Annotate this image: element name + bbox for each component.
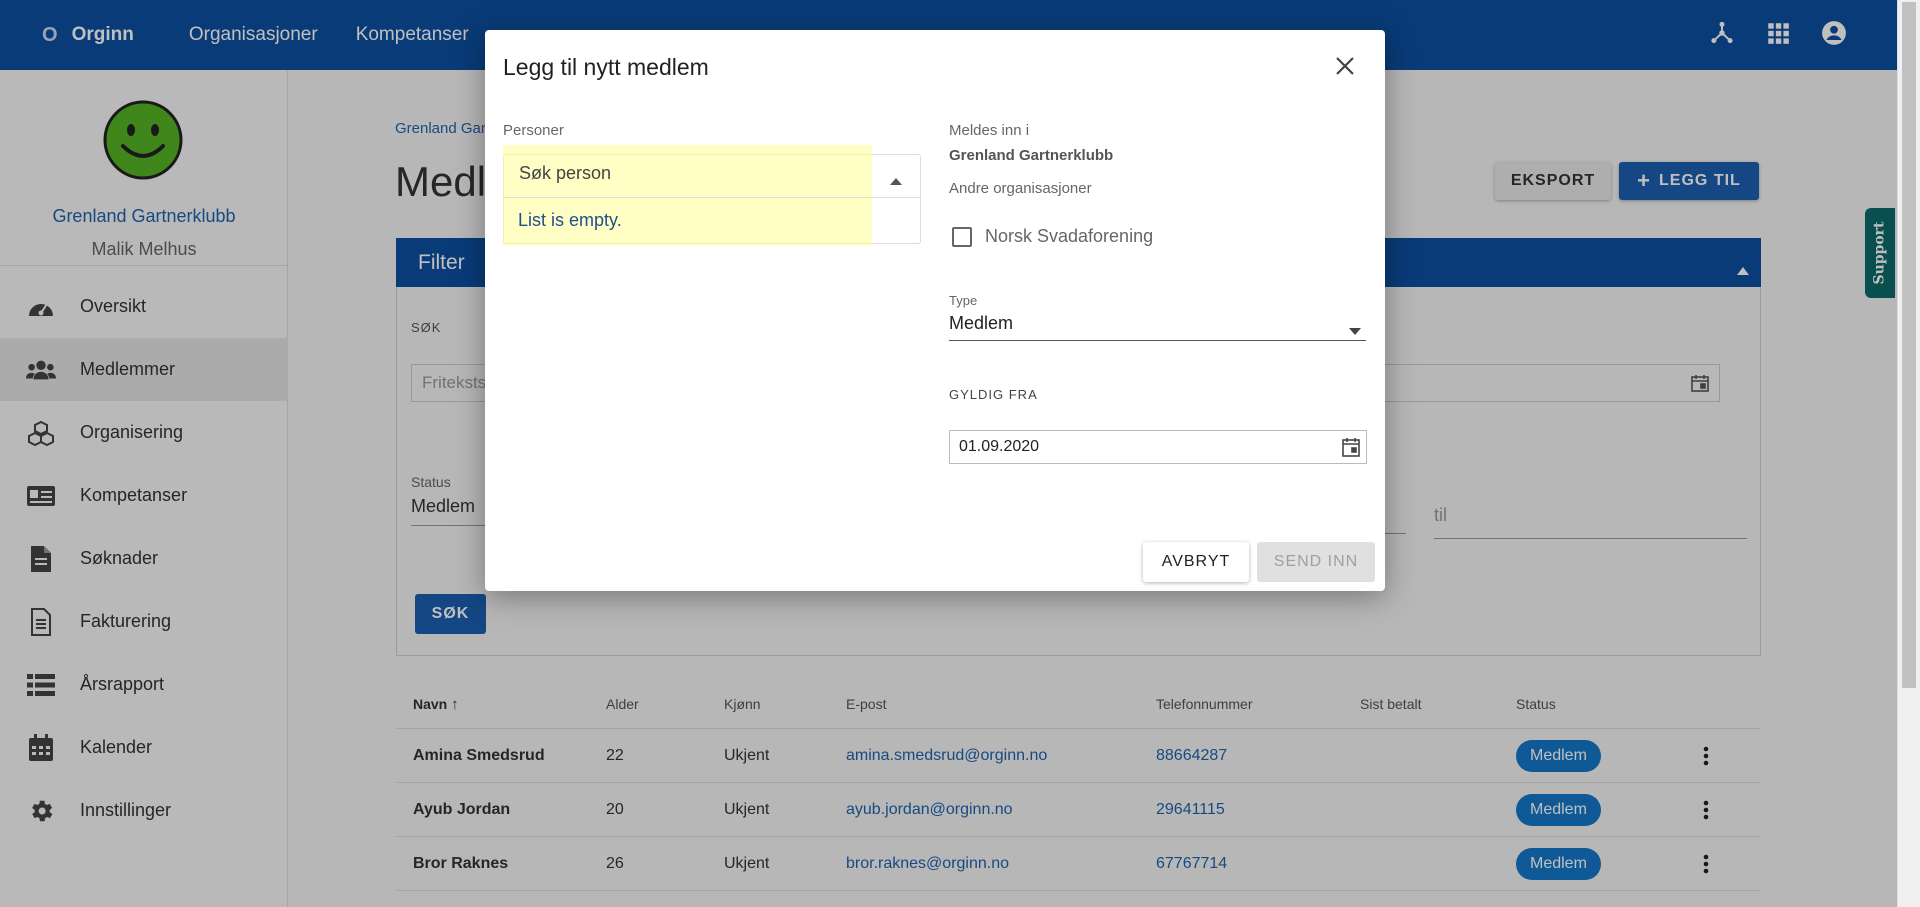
add-member-dialog: Legg til nytt medlem Personer Søk person… (485, 30, 1385, 591)
persons-label: Personer (503, 122, 564, 139)
submit-button[interactable]: SEND INN (1257, 542, 1375, 582)
type-select[interactable]: Medlem (949, 313, 1366, 341)
valid-from-date-input[interactable]: 01.09.2020 (949, 430, 1367, 464)
cancel-button[interactable]: AVBRYT (1143, 542, 1249, 582)
valid-from-label: GYLDIG FRA (949, 387, 1038, 402)
org-checkbox-label[interactable]: Norsk Svadaforening (985, 226, 1153, 247)
close-icon[interactable] (1333, 54, 1357, 78)
type-label: Type (949, 293, 978, 308)
dropdown-arrow-icon[interactable] (1349, 322, 1361, 335)
scrollbar[interactable] (1897, 0, 1920, 907)
person-search-input[interactable]: Søk person (519, 163, 611, 184)
org-checkbox[interactable] (952, 227, 972, 247)
enroll-org-value: Grenland Gartnerklubb (949, 147, 1114, 164)
enroll-in-label: Meldes inn i (949, 122, 1030, 139)
divider (503, 197, 921, 198)
scrollbar-thumb[interactable] (1902, 2, 1916, 688)
empty-list-message: List is empty. (518, 210, 622, 230)
dialog-title: Legg til nytt medlem (503, 54, 709, 80)
calendar-icon[interactable] (1342, 437, 1360, 457)
other-orgs-label: Andre organisasjoner (949, 180, 1092, 197)
caret-up-icon[interactable] (890, 172, 902, 185)
